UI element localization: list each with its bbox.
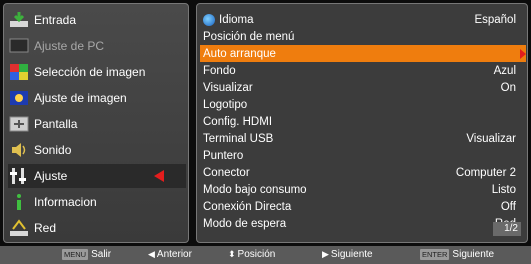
setting-label: Posición de menú <box>203 30 295 43</box>
setting-label: Auto arranque <box>203 47 276 60</box>
hint-label: Siguiente <box>452 249 495 260</box>
setting-label: Modo de espera <box>203 217 287 230</box>
globe-icon <box>203 13 215 26</box>
menu-label: Selección de imagen <box>34 65 146 79</box>
setting-icon <box>8 166 30 186</box>
menu-label: Ajuste de imagen <box>34 91 127 105</box>
hint-label: Siguiente <box>330 249 373 260</box>
hint-enter: ENTER Siguiente <box>420 249 494 260</box>
info-icon <box>8 192 30 212</box>
hint-label: Posición <box>237 249 276 260</box>
settings-panel: Idioma Español Posición de menú Auto arr… <box>196 3 528 243</box>
screen-icon <box>8 114 30 134</box>
setting-label: Logotipo <box>203 98 248 111</box>
setting-row-modo-bajo-consumo[interactable]: Modo bajo consumo Listo <box>200 181 526 198</box>
enter-key-badge: ENTER <box>420 249 450 260</box>
menu-item-entrada[interactable]: Entrada <box>8 8 186 32</box>
menu-item-ajuste-pc[interactable]: Ajuste de PC <box>8 34 186 58</box>
image-select-icon <box>8 62 30 82</box>
setting-label: Config. HDMI <box>203 115 273 128</box>
setting-value: On <box>500 81 516 94</box>
setting-label: Conector <box>203 166 250 179</box>
menu-label: Red <box>34 221 57 235</box>
setting-value: Listo <box>491 183 516 196</box>
setting-value: Computer 2 <box>455 166 516 179</box>
setting-label: Terminal USB <box>203 132 274 145</box>
menu-item-ajuste[interactable]: Ajuste <box>8 164 186 188</box>
hint-position: ⬍ Posición <box>228 249 275 260</box>
setting-label: Puntero <box>203 149 244 162</box>
up-down-arrow-icon: ⬍ <box>228 249 236 259</box>
menu-label: Ajuste <box>34 169 68 183</box>
menu-item-sonido[interactable]: Sonido <box>8 138 186 162</box>
setting-row-conexion-directa[interactable]: Conexión Directa Off <box>200 198 526 215</box>
menu-item-informacion[interactable]: Informacion <box>8 190 186 214</box>
setting-row-terminal-usb[interactable]: Terminal USB Visualizar <box>200 130 526 147</box>
menu-label: Informacion <box>34 195 97 209</box>
main-menu: Entrada Ajuste de PC Selección de imagen… <box>3 3 189 243</box>
setting-value: Off <box>500 200 516 213</box>
setting-label: Conexión Directa <box>203 200 292 213</box>
menu-label: Sonido <box>34 143 72 157</box>
setting-row-idioma[interactable]: Idioma Español <box>200 11 526 28</box>
setting-label: Idioma <box>219 13 254 26</box>
setting-value: Visualizar <box>466 132 516 145</box>
setting-row-conector[interactable]: Conector Computer 2 <box>200 164 526 181</box>
menu-label: Pantalla <box>34 117 78 131</box>
setting-label: Fondo <box>203 64 236 77</box>
image-adjust-icon <box>8 88 30 108</box>
hint-label: Anterior <box>156 249 192 260</box>
menu-item-seleccion-imagen[interactable]: Selección de imagen <box>8 60 186 84</box>
setting-row-auto-arranque[interactable]: Auto arranque <box>200 45 526 62</box>
setting-row-posicion-menu[interactable]: Posición de menú <box>200 28 526 45</box>
setting-row-config-hdmi[interactable]: Config. HDMI <box>200 113 526 130</box>
help-bar: MENU Salir ◀ Anterior ⬍ Posición ▶ Sigui… <box>0 246 531 264</box>
hint-next: ▶ Siguiente <box>322 249 373 260</box>
setting-row-puntero[interactable]: Puntero <box>200 147 526 164</box>
sound-icon <box>8 140 30 160</box>
setting-label: Modo bajo consumo <box>203 183 307 196</box>
menu-item-pantalla[interactable]: Pantalla <box>8 112 186 136</box>
hint-prev: ◀ Anterior <box>148 249 192 260</box>
hint-label: Salir <box>91 249 112 260</box>
menu-label: Entrada <box>34 13 77 27</box>
setting-value: Azul <box>493 64 516 77</box>
projector-osd: Entrada Ajuste de PC Selección de imagen… <box>0 0 531 264</box>
menu-key-badge: MENU <box>62 249 89 260</box>
setting-row-modo-espera[interactable]: Modo de espera Red <box>200 215 526 232</box>
setting-label: Visualizar <box>203 81 253 94</box>
menu-item-red[interactable]: Red <box>8 216 186 240</box>
setting-row-visualizar[interactable]: Visualizar On <box>200 79 526 96</box>
submenu-arrow-icon <box>520 49 526 59</box>
selection-arrow-icon <box>154 170 164 182</box>
left-arrow-icon: ◀ <box>148 249 155 259</box>
setting-row-fondo[interactable]: Fondo Azul <box>200 62 526 79</box>
setting-value: Español <box>474 13 516 26</box>
page-indicator: 1/2 <box>493 222 521 236</box>
menu-item-ajuste-imagen[interactable]: Ajuste de imagen <box>8 86 186 110</box>
setting-row-logotipo[interactable]: Logotipo <box>200 96 526 113</box>
hint-exit: MENU Salir <box>62 249 111 260</box>
pc-adjust-icon <box>8 36 30 56</box>
network-icon <box>8 218 30 238</box>
menu-label: Ajuste de PC <box>34 39 105 53</box>
right-arrow-icon: ▶ <box>322 249 329 259</box>
input-icon <box>8 10 30 30</box>
